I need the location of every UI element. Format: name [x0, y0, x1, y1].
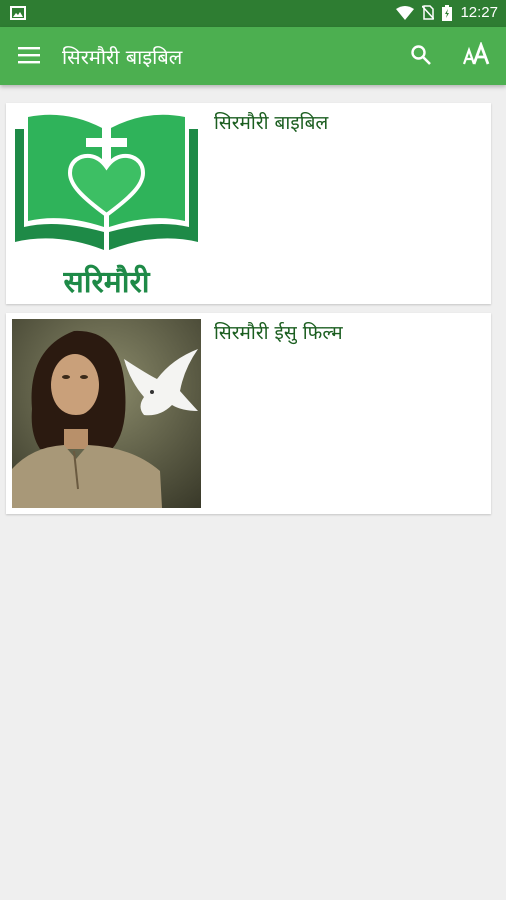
app-bar: सिरमौरी बाइबिल [0, 27, 506, 85]
bible-logo-icon: सरिमौरी [15, 114, 198, 298]
list-item-label: सिरमौरी बाइबिल [214, 112, 329, 134]
list-item[interactable]: सिरमौरी ईसु फिल्म [6, 313, 491, 514]
hamburger-menu-icon[interactable] [18, 46, 40, 64]
list-item-label: सिरमौरी ईसु फिल्म [214, 322, 343, 344]
battery-charging-icon [442, 4, 453, 21]
logo-text: सरिमौरी [62, 264, 150, 298]
wifi-icon [396, 5, 415, 20]
page-title: सिरमौरी बाइबिल [62, 45, 183, 69]
status-time: 12:27 [460, 4, 498, 21]
image-notification-icon [10, 6, 26, 20]
jesus-film-image [12, 319, 201, 508]
search-icon[interactable] [410, 44, 432, 66]
list-item[interactable]: सरिमौरी सिरमौरी बाइबिल [6, 103, 491, 304]
status-bar: 12:27 [0, 0, 506, 27]
text-size-icon[interactable] [463, 42, 491, 68]
no-sim-icon [422, 5, 435, 20]
